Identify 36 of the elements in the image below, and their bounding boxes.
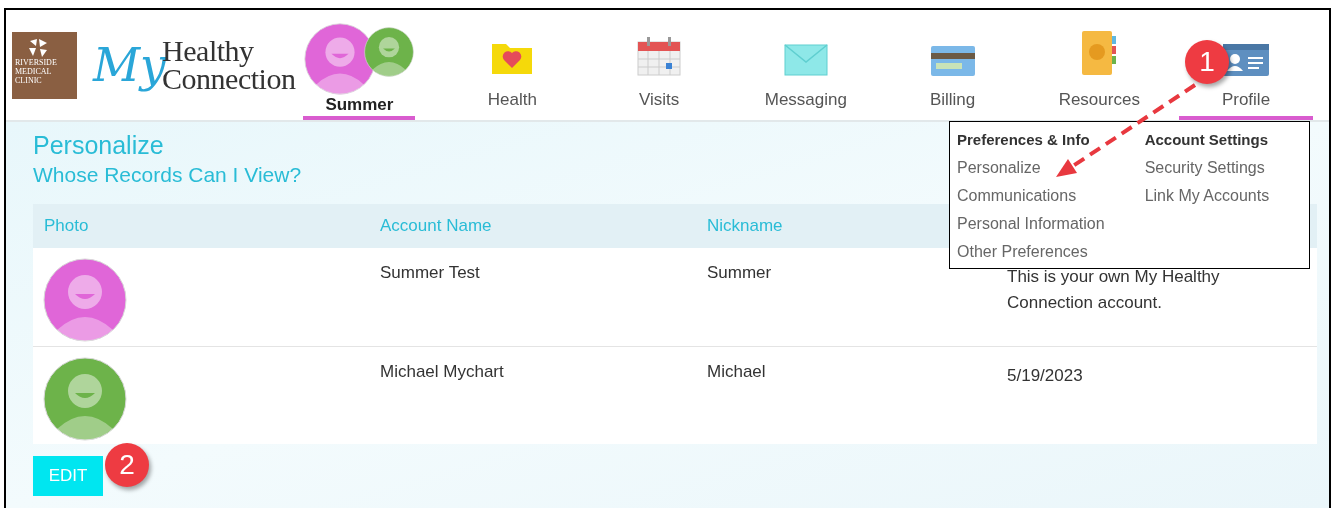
nav-tab[interactable]: Health: [445, 20, 580, 120]
nav-tab[interactable]: Visits: [592, 20, 727, 120]
column-header: Account Name: [380, 216, 492, 236]
menu-heading: Preferences & Info: [957, 130, 1090, 150]
menu-link[interactable]: Communications: [957, 182, 1077, 210]
menu-heading: Account Settings: [1144, 130, 1268, 150]
id-card-icon: [1223, 44, 1269, 76]
account-switcher[interactable]: Summer: [303, 23, 416, 120]
table-cell-text: This is your own My Healthy: [1007, 266, 1220, 288]
menu-link[interactable]: Personalize: [957, 154, 1041, 182]
calendar-icon: [637, 36, 682, 76]
table-cell: Summer Test: [380, 263, 480, 282]
table-cell: Michael: [707, 362, 766, 381]
table-cell: Michael Mychart: [380, 362, 504, 381]
menu-link[interactable]: Personal Information: [957, 210, 1105, 238]
nav-tab[interactable]: Resources: [1032, 20, 1167, 120]
flower-icon: [27, 37, 49, 58]
menu-link[interactable]: Other Preferences: [957, 238, 1088, 266]
clinic-name-text: RIVERSIDE: [15, 57, 57, 67]
column-header: Nickname: [707, 216, 783, 236]
clinic-name-text: MEDICAL: [15, 66, 52, 76]
page-subtitle: Whose Records Can I View?: [33, 162, 302, 188]
envelope-icon: [783, 44, 828, 76]
menu-link[interactable]: Security Settings: [1144, 154, 1265, 182]
page-title: Personalize: [33, 130, 164, 160]
nav-tab[interactable]: Messaging: [738, 20, 873, 120]
account-name-text: Summer: [325, 95, 394, 115]
menu-link[interactable]: Link My Accounts: [1144, 182, 1270, 210]
column-header: Photo: [44, 216, 89, 236]
clinic-name-text: CLINIC: [15, 75, 42, 85]
table-cell-text: 5/19/2023: [1007, 365, 1083, 387]
table-cell-text: Connection account.: [1007, 292, 1163, 314]
nav-tab[interactable]: Billing: [885, 20, 1020, 120]
credit-card-icon: [930, 46, 975, 76]
book-globe-icon: [1081, 30, 1118, 76]
table-cell: Summer: [707, 263, 772, 282]
